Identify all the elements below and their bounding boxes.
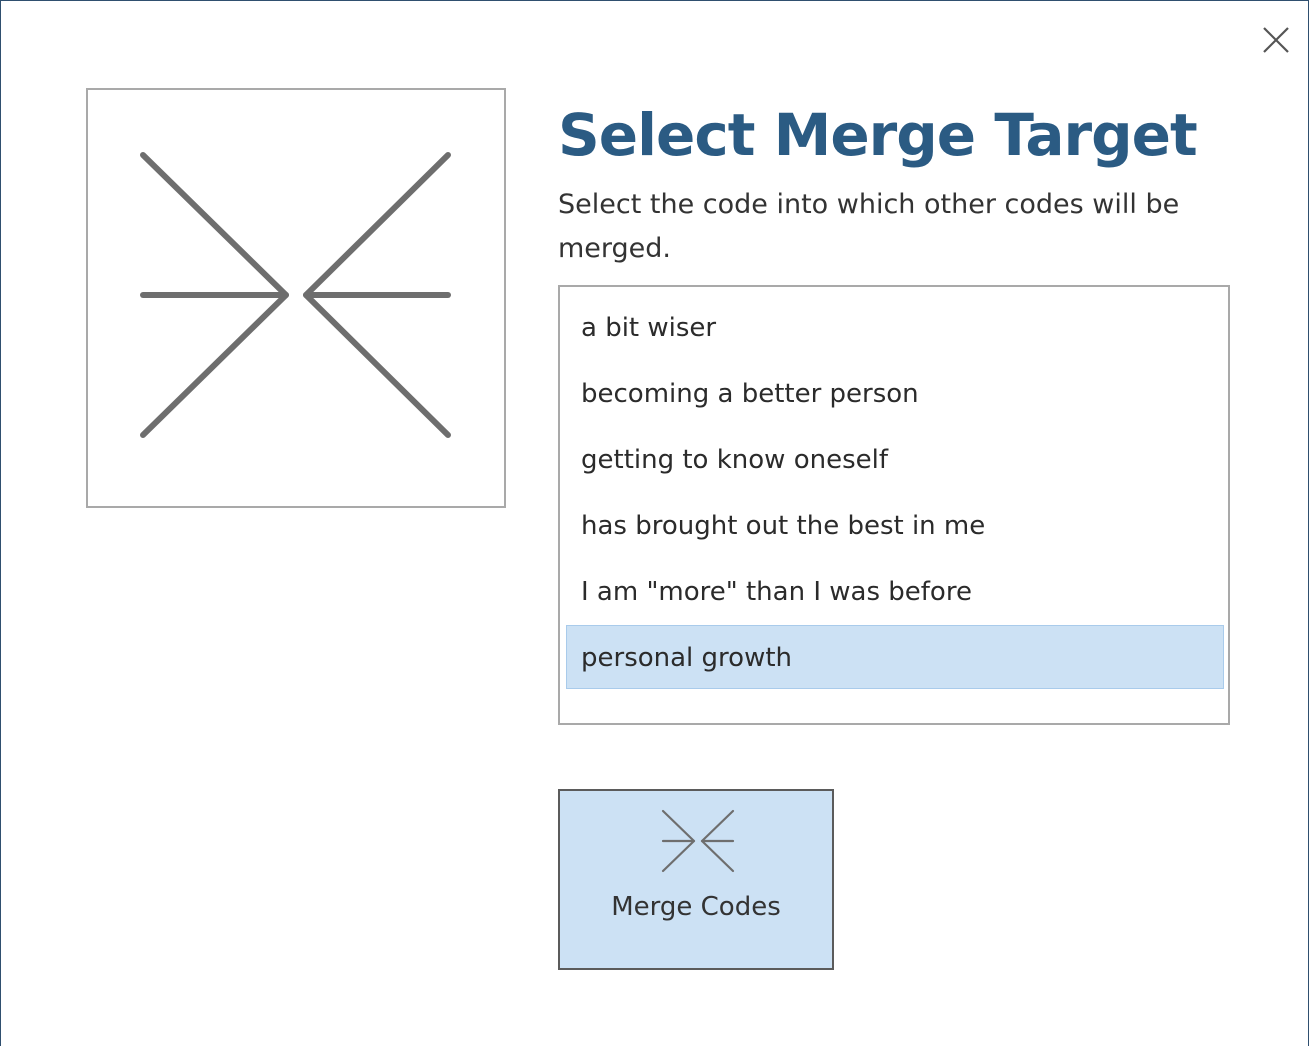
list-item[interactable]: I am "more" than I was before — [566, 559, 1224, 623]
list-item[interactable]: becoming a better person — [566, 361, 1224, 425]
merge-codes-label: Merge Codes — [611, 892, 781, 922]
dialog-subtitle: Select the code into which other codes w… — [558, 189, 1180, 264]
list-item[interactable]: has brought out the best in me — [566, 493, 1224, 557]
close-icon[interactable] — [1259, 23, 1293, 57]
merge-codes-button[interactable]: Merge Codes — [558, 789, 834, 970]
list-item[interactable]: a bit wiser — [566, 295, 1224, 359]
merge-target-dialog: Select Merge Target Select the code into… — [0, 0, 1309, 1046]
merge-arrows-icon — [140, 152, 451, 438]
codes-listbox[interactable]: a bit wiser becoming a better person get… — [558, 285, 1230, 725]
merge-illustration — [86, 88, 506, 508]
list-item[interactable]: getting to know oneself — [566, 427, 1224, 491]
dialog-title: Select Merge Target — [558, 101, 1198, 169]
list-item-selected[interactable]: personal growth — [566, 625, 1224, 689]
merge-arrows-icon — [661, 809, 735, 873]
